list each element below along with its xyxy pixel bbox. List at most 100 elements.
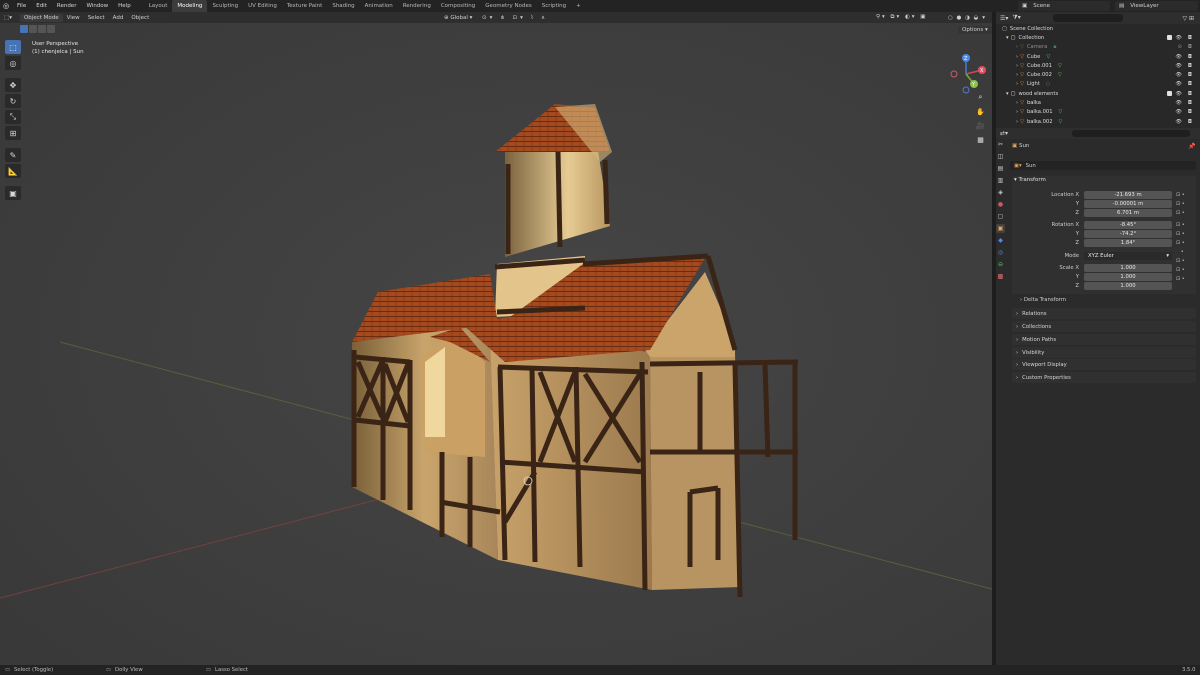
lock-icon[interactable]: ⊡ • <box>1176 257 1185 266</box>
select-mode-subtract-icon[interactable] <box>38 25 46 33</box>
location-y-field[interactable]: -0.00001 m <box>1084 200 1172 208</box>
outliner-row-light[interactable]: › ▽ Light ◌ 👁 ◘ <box>996 80 1200 89</box>
editor-type-icon[interactable]: ⬚▾ <box>0 15 16 21</box>
transform-orientation-dropdown[interactable]: ⊕ Global ▾ <box>440 15 476 21</box>
render-camera-icon[interactable]: ◘ <box>1188 54 1192 60</box>
lock-icon[interactable]: ⊡ • <box>1176 230 1185 239</box>
outliner-row-cube[interactable]: › ▽ Cube ▽ 👁 ◘ <box>996 52 1200 61</box>
collections-panel-header[interactable]: › Collections <box>1012 321 1196 332</box>
scale-x-field[interactable]: 1.000 <box>1084 264 1172 272</box>
lock-icon[interactable]: ⊡ • <box>1176 209 1185 218</box>
outliner-scene-collection[interactable]: ▢ Scene Collection <box>996 24 1200 33</box>
3d-viewport[interactable]: ⬚▾ Object Mode View Select Add Object ⊕ … <box>0 12 992 665</box>
tab-modeling[interactable]: Modeling <box>172 0 208 12</box>
outliner-row-cube-001[interactable]: › ▽ Cube.001 ▽ 👁 ◘ <box>996 61 1200 70</box>
tab-sculpting[interactable]: Sculpting <box>207 0 243 12</box>
keyframe-dot-icon[interactable]: • <box>1176 248 1185 257</box>
rotation-x-field[interactable]: -8.45° <box>1084 221 1172 229</box>
scale-y-field[interactable]: 1.000 <box>1084 273 1172 281</box>
lock-icon[interactable]: ⊡ • <box>1176 266 1185 275</box>
view-layer-tab-icon[interactable]: ▥ <box>996 176 1005 185</box>
menu-object[interactable]: Object <box>127 15 153 21</box>
perspective-toggle-icon[interactable]: ▦ <box>975 134 986 145</box>
lock-icon[interactable]: ⊡ • <box>1176 275 1185 284</box>
eye-icon[interactable]: 👁 <box>1175 35 1182 41</box>
zoom-icon[interactable]: ⌕ <box>975 92 986 103</box>
outliner-row-wood-elements[interactable]: ▾ ▢ wood elements 👁 ◘ <box>996 89 1200 98</box>
select-mode-extend-icon[interactable] <box>29 25 37 33</box>
add-workspace-button[interactable]: + <box>571 0 586 12</box>
outliner-row-balka-002[interactable]: › ▽ balka.002 ▽ 👁 ◘ <box>996 117 1200 126</box>
eye-icon[interactable]: 👁 <box>1175 109 1182 115</box>
select-box-tool-icon[interactable]: ⬚ <box>5 40 21 54</box>
pan-hand-icon[interactable]: ✋ <box>975 106 986 117</box>
menu-add[interactable]: Add <box>109 15 128 21</box>
render-camera-icon[interactable]: ◘ <box>1188 81 1192 87</box>
object-tab-icon[interactable]: ▣ <box>996 224 1005 233</box>
rotation-y-field[interactable]: -74.2° <box>1084 230 1172 238</box>
lock-icon[interactable]: ⊡ • <box>1176 191 1185 200</box>
tab-layout[interactable]: Layout <box>144 0 173 12</box>
eye-icon[interactable]: 👁 <box>1175 100 1182 106</box>
object-mode-dropdown[interactable]: Object Mode <box>19 13 63 22</box>
tab-scripting[interactable]: Scripting <box>537 0 571 12</box>
eye-icon[interactable]: ⊘ <box>1178 44 1182 50</box>
menu-edit[interactable]: Edit <box>31 0 52 12</box>
scene-tab-icon[interactable]: ◈ <box>996 188 1005 197</box>
outliner-search-input[interactable] <box>1052 14 1123 22</box>
eye-icon[interactable]: 👁 <box>1175 63 1182 69</box>
properties-search-input[interactable] <box>1072 130 1190 137</box>
blender-logo-icon[interactable]: ◎ <box>0 0 12 12</box>
lock-icon[interactable]: ⊡ • <box>1176 239 1185 248</box>
shading-mode-buttons[interactable]: ○ ● ◑ ◒ ▾ <box>944 15 990 21</box>
outliner-row-balka-001[interactable]: › ▽ balka.001 ▽ 👁 ◘ <box>996 108 1200 117</box>
eye-icon[interactable]: 👁 <box>1175 119 1182 125</box>
data-tab-icon[interactable]: ▩ <box>996 272 1005 281</box>
collection-tab-icon[interactable]: ▢ <box>996 212 1005 221</box>
tab-uv-editing[interactable]: UV Editing <box>243 0 282 12</box>
rotation-z-field[interactable]: 1.84° <box>1084 239 1172 247</box>
lock-icon[interactable]: ⊡ • <box>1176 221 1185 230</box>
outliner-filter-icon[interactable]: ⧩▾ <box>1012 14 1020 22</box>
modifier-tab-icon[interactable]: ◆ <box>996 236 1005 245</box>
lock-icon[interactable]: ⊡ • <box>1176 200 1185 209</box>
select-mode-set-icon[interactable] <box>20 25 28 33</box>
overlay-controls[interactable]: ⚲▾ ⧉▾ ◐▾ ▣ <box>872 14 931 21</box>
rotate-tool-icon[interactable]: ↻ <box>5 94 21 108</box>
tab-shading[interactable]: Shading <box>327 0 359 12</box>
render-camera-icon[interactable]: ◘ <box>1188 44 1192 50</box>
viewport-display-panel-header[interactable]: › Viewport Display <box>1012 359 1196 370</box>
custom-properties-panel-header[interactable]: › Custom Properties <box>1012 372 1196 383</box>
render-camera-icon[interactable]: ◘ <box>1188 72 1192 78</box>
tab-geometry-nodes[interactable]: Geometry Nodes <box>480 0 536 12</box>
outliner-editor-icon[interactable]: ☰▾ <box>1000 15 1008 22</box>
render-tab-icon[interactable]: ◫ <box>996 152 1005 161</box>
output-tab-icon[interactable]: ▤ <box>996 164 1005 173</box>
scene-selector[interactable]: ▣ Scene <box>1018 1 1110 11</box>
tab-texture-paint[interactable]: Texture Paint <box>282 0 328 12</box>
tab-rendering[interactable]: Rendering <box>398 0 436 12</box>
tab-animation[interactable]: Animation <box>360 0 398 12</box>
menu-render[interactable]: Render <box>52 0 82 12</box>
transform-tool-icon[interactable]: ⊞ <box>5 126 21 140</box>
render-camera-icon[interactable]: ◘ <box>1188 100 1192 106</box>
eye-icon[interactable]: 👁 <box>1175 54 1182 60</box>
menu-window[interactable]: Window <box>81 0 113 12</box>
outliner-row-cube-002[interactable]: › ▽ Cube.002 ▽ 👁 ◘ <box>996 70 1200 79</box>
eye-icon[interactable]: 👁 <box>1175 81 1182 87</box>
delta-transform-subpanel[interactable]: › Delta Transform <box>1020 297 1066 303</box>
render-camera-icon[interactable]: ◘ <box>1188 109 1192 115</box>
select-mode-invert-icon[interactable] <box>47 25 55 33</box>
constraints-tab-icon[interactable]: ⊖ <box>996 260 1005 269</box>
render-camera-icon[interactable]: ◘ <box>1188 35 1192 41</box>
rotation-mode-dropdown[interactable]: XYZ Euler ▾ <box>1084 252 1172 260</box>
measure-tool-icon[interactable]: 📐 <box>5 164 21 178</box>
outliner-row-camera[interactable]: › ▽ Camera ▪ ⊘ ◘ <box>996 43 1200 52</box>
menu-help[interactable]: Help <box>113 0 136 12</box>
location-x-field[interactable]: -21.693 m <box>1084 191 1172 199</box>
location-z-field[interactable]: 6.701 m <box>1084 209 1172 217</box>
visibility-panel-header[interactable]: › Visibility <box>1012 347 1196 358</box>
properties-editor-icon[interactable]: ⇄▾ <box>1000 130 1008 137</box>
scale-z-field[interactable]: 1.000 <box>1084 282 1172 290</box>
eye-icon[interactable]: 👁 <box>1175 72 1182 78</box>
